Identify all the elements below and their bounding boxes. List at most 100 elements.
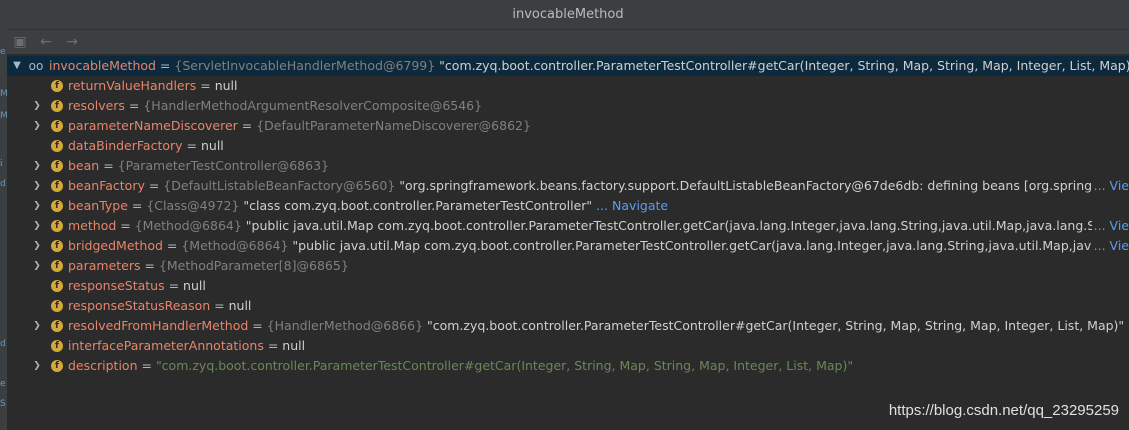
tree-field-row[interactable]: ❯ f beanType = {Class@4972} "class com.zyq… — [7, 196, 1129, 216]
equals-sign: = — [162, 238, 182, 253]
field-icon: f — [51, 280, 63, 292]
field-name: responseStatusReason — [68, 298, 211, 313]
field-name: parameters — [68, 258, 141, 273]
expand-arrow-icon[interactable]: ❯ — [31, 316, 43, 336]
expand-arrow-icon[interactable]: ❯ — [31, 236, 43, 256]
field-type-ref: {Method@6864} — [181, 238, 289, 253]
tree-field-row[interactable]: ❯ f bridgedMethod = {Method@6864} "public … — [7, 236, 1129, 256]
field-name: bridgedMethod — [68, 238, 163, 253]
field-value: "public java.util.Map com.zyq.boot.contr… — [288, 238, 1129, 253]
gutter-mark: i — [0, 159, 3, 169]
collapse-arrow-icon[interactable]: ▼ — [11, 56, 23, 76]
view-more-link[interactable]: ... Vie — [1091, 216, 1129, 236]
gutter-mark: M — [0, 111, 8, 121]
tree-field-row[interactable]: ❯ f resolvers = {HandlerMethodArgumentReso… — [7, 96, 1129, 116]
tree-field-row[interactable]: ❯ f resolvedFromHandlerMethod = {HandlerMe… — [7, 316, 1129, 336]
gutter-mark: S — [0, 399, 6, 409]
field-value: "com.zyq.boot.controller.ParameterTestCo… — [423, 318, 1125, 333]
tree-field-row[interactable]: ❯ f beanFactory = {DefaultListableBeanFact… — [7, 176, 1129, 196]
field-icon: f — [51, 220, 63, 232]
field-value: "org.springframework.beans.factory.suppo… — [395, 178, 1129, 193]
tree-field-row[interactable]: f returnValueHandlers = null — [7, 76, 1129, 96]
tree-field-row[interactable]: f interfaceParameterAnnotations = null — [7, 336, 1129, 356]
field-name: beanFactory — [68, 178, 145, 193]
equals-sign: = — [116, 218, 135, 233]
field-icon: f — [51, 240, 63, 252]
toolbar: ▣ ← → — [7, 30, 1129, 55]
tree-field-row[interactable]: ❯ f description = "com.zyq.boot.controller… — [7, 356, 1129, 376]
field-value: "com.zyq.boot.controller.ParameterTestCo… — [155, 358, 854, 373]
tree-field-row[interactable]: f dataBinderFactory = null — [7, 136, 1129, 156]
field-icon: f — [51, 340, 63, 352]
tree-root-row[interactable]: ▼ oo invocableMethod = {ServletInvocable… — [7, 56, 1129, 76]
expand-arrow-icon[interactable]: ❯ — [31, 96, 43, 116]
equals-sign: = — [124, 98, 144, 113]
field-icon: f — [51, 360, 63, 372]
root-value: "com.zyq.boot.controller.ParameterTestCo… — [435, 58, 1129, 73]
view-more-link[interactable]: ... Vie — [1091, 176, 1129, 196]
field-type-ref: {HandlerMethod@6866} — [266, 318, 424, 333]
field-type-ref: {DefaultListableBeanFactory@6560} — [163, 178, 396, 193]
field-icon: f — [51, 320, 63, 332]
equals-sign: = — [99, 158, 118, 173]
field-icon: f — [51, 100, 63, 112]
equals-sign: = — [210, 298, 229, 313]
window-title: invocableMethod — [7, 0, 1129, 30]
equals-sign: = — [263, 338, 283, 353]
field-name: beanType — [68, 198, 128, 213]
field-icon: f — [51, 160, 63, 172]
field-icon: f — [51, 140, 63, 152]
gutter-mark: d — [0, 339, 6, 349]
field-value: "public java.util.Map com.zyq.boot.contr… — [241, 218, 1129, 233]
view-more-link[interactable]: ... Vie — [1091, 236, 1129, 256]
field-name: responseStatus — [68, 278, 165, 293]
field-icon: f — [51, 180, 63, 192]
restore-layout-icon[interactable]: ▣ — [11, 33, 29, 51]
equals-sign: = — [155, 58, 175, 73]
gutter-mark: d — [0, 179, 6, 189]
back-arrow-icon[interactable]: ← — [37, 33, 55, 51]
tree-field-row[interactable]: ❯ f parameters = {MethodParameter[8]@6865} — [7, 256, 1129, 276]
field-value: null — [183, 278, 206, 293]
equals-sign: = — [248, 318, 267, 333]
expand-arrow-icon[interactable]: ❯ — [31, 116, 43, 136]
tree-field-row[interactable]: f responseStatusReason = null — [7, 296, 1129, 316]
field-name: bean — [68, 158, 100, 173]
field-name: method — [68, 218, 117, 233]
expand-arrow-icon[interactable]: ❯ — [31, 156, 43, 176]
expand-arrow-icon[interactable]: ❯ — [31, 176, 43, 196]
expand-arrow-icon[interactable]: ❯ — [31, 216, 43, 236]
tree-field-row[interactable]: ❯ f bean = {ParameterTestController@6863} — [7, 156, 1129, 176]
field-value: "class com.zyq.boot.controller.Parameter… — [239, 198, 593, 213]
field-name: dataBinderFactory — [68, 138, 183, 153]
gutter-mark: M — [0, 89, 8, 99]
expand-arrow-icon[interactable]: ❯ — [31, 356, 43, 376]
gutter-mark: e — [0, 379, 6, 389]
field-value: null — [214, 78, 238, 93]
field-name: parameterNameDiscoverer — [68, 118, 238, 133]
expand-arrow-icon[interactable]: ❯ — [31, 256, 43, 276]
gutter-mark: e — [0, 47, 6, 57]
field-icon: f — [51, 80, 63, 92]
navigate-link[interactable]: ... Navigate — [592, 198, 668, 213]
field-type-ref: {Class@4972} — [146, 198, 240, 213]
field-value: null — [282, 338, 306, 353]
tree-field-row[interactable]: ❯ f method = {Method@6864} "public java.ut… — [7, 216, 1129, 236]
root-type-ref: {ServletInvocableHandlerMethod@6799} — [174, 58, 436, 73]
field-type-ref: {Method@6864} — [134, 218, 242, 233]
field-value: null — [228, 298, 252, 313]
tree-field-row[interactable]: f responseStatus = null — [7, 276, 1129, 296]
field-icon: f — [51, 120, 63, 132]
equals-sign: = — [237, 118, 257, 133]
expand-arrow-icon[interactable]: ❯ — [31, 196, 43, 216]
equals-sign: = — [127, 198, 147, 213]
field-value: null — [200, 138, 224, 153]
forward-arrow-icon[interactable]: → — [63, 33, 81, 51]
variables-tree: ▼ oo invocableMethod = {ServletInvocable… — [7, 56, 1129, 430]
field-name: resolvers — [68, 98, 125, 113]
field-type-ref: {HandlerMethodArgumentResolverComposite@… — [143, 98, 483, 113]
tree-field-row[interactable]: ❯ f parameterNameDiscoverer = {DefaultPara… — [7, 116, 1129, 136]
field-icon: f — [51, 260, 63, 272]
field-name: resolvedFromHandlerMethod — [68, 318, 249, 333]
field-type-ref: {ParameterTestController@6863} — [117, 158, 329, 173]
